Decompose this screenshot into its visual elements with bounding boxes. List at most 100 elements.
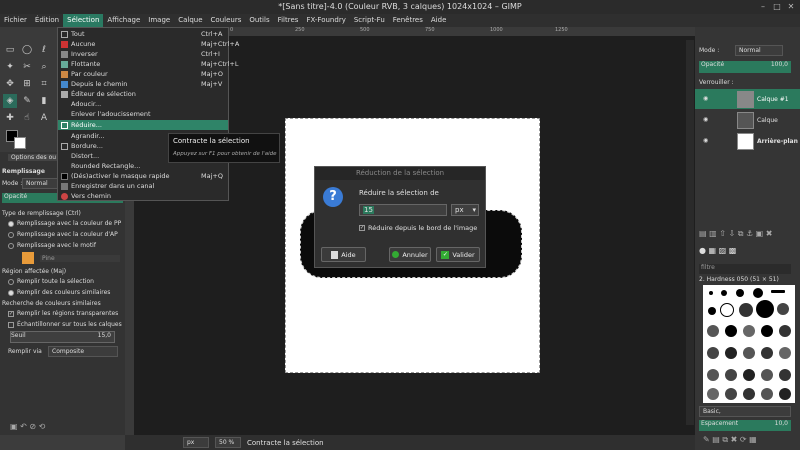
brush-thumb[interactable] — [725, 325, 737, 337]
brush-thumb[interactable] — [743, 369, 755, 381]
menu-item-depuis-chemin[interactable]: Depuis le chemin Maj+V — [58, 79, 228, 89]
text-icon[interactable]: A — [37, 111, 51, 125]
pattern-name[interactable]: Pine — [40, 255, 120, 262]
fill-fg-radio[interactable]: Remplissage avec la couleur de PP — [8, 220, 121, 227]
shrink-value-input[interactable]: 15 — [359, 204, 447, 216]
brush-thumb[interactable] — [761, 388, 773, 400]
brush-thumb[interactable] — [777, 303, 789, 315]
brush-thumb[interactable] — [707, 369, 719, 381]
menu-affichage[interactable]: Affichage — [103, 14, 144, 27]
fill-bg-radio[interactable]: Remplissage avec la couleur d'AP — [8, 231, 118, 238]
shrink-from-border-checkbox[interactable]: ✓ Réduire depuis le bord de l'image — [359, 224, 477, 232]
brush-thumb[interactable] — [707, 388, 719, 400]
tool-options-tab[interactable]: Options des ou — [8, 154, 60, 161]
menu-item-aucune[interactable]: Aucune Maj+Ctrl+A — [58, 39, 239, 49]
brush-thumb[interactable] — [725, 347, 737, 359]
eye-icon[interactable]: ◉ — [703, 95, 708, 102]
menu-aide[interactable]: Aide — [427, 14, 450, 27]
background-color-swatch[interactable] — [14, 137, 26, 149]
save-options-icon[interactable]: ▣ ↶ ⊘ ⟲ — [10, 422, 45, 431]
layer-mode-select[interactable]: Normal — [735, 45, 783, 56]
brush-thumb[interactable] — [756, 300, 774, 318]
paintbrush-icon[interactable]: ✎ — [20, 94, 34, 108]
menu-item-enregistrer-canal[interactable]: Enregistrer dans un canal — [58, 181, 228, 191]
layer-row[interactable]: ◉ Arrière-plan — [695, 131, 800, 151]
menu-script-fu[interactable]: Script-Fu — [350, 14, 389, 27]
menu-item-tout[interactable]: Tout Ctrl+A — [58, 29, 228, 39]
brush-thumb[interactable] — [721, 290, 727, 296]
brush-filter-input[interactable]: filtre — [699, 264, 791, 274]
crop-icon[interactable]: ⌗ — [37, 77, 51, 91]
brush-thumb[interactable] — [725, 388, 737, 400]
zoom-icon[interactable]: ⌕ — [37, 60, 51, 74]
brush-thumb[interactable] — [779, 347, 791, 359]
layer-opacity-slider[interactable]: Opacité 100,0 — [699, 61, 791, 73]
menu-couleurs[interactable]: Couleurs — [207, 14, 246, 27]
brush-thumb[interactable] — [739, 303, 753, 317]
menu-fx-foundry[interactable]: FX-Foundry — [302, 14, 349, 27]
brush-thumb[interactable] — [779, 388, 791, 400]
brush-thumb[interactable] — [743, 388, 755, 400]
brush-thumb[interactable] — [761, 325, 773, 337]
brush-thumb[interactable] — [779, 325, 791, 337]
brush-thumb[interactable] — [709, 291, 713, 295]
clone-icon[interactable]: ✚ — [3, 111, 17, 125]
fuzzy-select-icon[interactable]: ✦ — [3, 60, 17, 74]
menu-selection[interactable]: Sélection — [63, 14, 104, 27]
layer-row[interactable]: ◉ Calque #1 — [695, 89, 800, 109]
menu-filtres[interactable]: Filtres — [274, 14, 303, 27]
menu-item-inverser[interactable]: Inverser Ctrl+I — [58, 49, 228, 59]
brush-thumb[interactable] — [708, 307, 716, 315]
brush-thumb-selected[interactable] — [720, 303, 734, 317]
fill-transparent-checkbox[interactable]: ✓ Remplir les régions transparentes — [8, 310, 118, 317]
fill-by-select[interactable]: Composite — [48, 346, 118, 357]
brush-thumb[interactable] — [707, 325, 719, 337]
ellipse-select-icon[interactable]: ◯ — [20, 43, 34, 57]
minimize-icon[interactable]: – — [758, 2, 768, 12]
zoom-select[interactable]: 50 % — [215, 437, 241, 448]
menu-fenetres[interactable]: Fenêtres — [389, 14, 427, 27]
eye-icon[interactable]: ◉ — [703, 137, 708, 144]
menu-item-vers-chemin[interactable]: Vers chemin — [58, 191, 228, 201]
rect-select-icon[interactable]: ▭ — [3, 43, 17, 57]
sample-merged-checkbox[interactable]: Échantillonner sur tous les calques — [8, 321, 122, 328]
menu-item-flottante[interactable]: Flottante Maj+Ctrl+L — [58, 59, 238, 69]
brush-actions-icons[interactable]: ✎ ▤ ⧉ ✖ ⟳ ▦ — [703, 435, 757, 445]
menu-item-reduire[interactable]: Réduire... — [58, 120, 228, 130]
fill-similar-colors-radio[interactable]: Remplir des couleurs similaires — [8, 289, 110, 296]
spacing-slider[interactable]: Espacement 10,0 — [699, 420, 791, 431]
brush-thumb[interactable] — [761, 347, 773, 359]
brush-thumb[interactable] — [753, 288, 763, 298]
fill-pattern-radio[interactable]: Remplissage avec le motif — [8, 242, 96, 249]
menu-item-editeur[interactable]: Éditeur de sélection — [58, 89, 228, 99]
free-select-icon[interactable]: ℓ — [37, 43, 51, 57]
eye-icon[interactable]: ◉ — [703, 116, 708, 123]
brush-thumb[interactable] — [725, 369, 737, 381]
brush-thumb[interactable] — [736, 289, 744, 297]
maximize-icon[interactable]: □ — [772, 2, 782, 12]
menu-item-par-couleur[interactable]: Par couleur Maj+O — [58, 69, 228, 79]
unit-select[interactable]: px — [183, 437, 209, 448]
layer-actions-icons[interactable]: ▤ ▥ ⇧ ⇩ ⧉ ⚓ ▣ ✖ — [699, 229, 772, 239]
align-icon[interactable]: ⊞ — [20, 77, 34, 91]
vertical-scrollbar[interactable] — [686, 40, 694, 425]
unit-select[interactable]: px ▾ — [451, 204, 479, 216]
help-button[interactable]: Aide — [321, 247, 366, 262]
brush-thumb[interactable] — [743, 325, 755, 337]
brushes-tab-icon[interactable]: ● ▦ ▨ ▩ — [699, 246, 736, 255]
brush-thumb[interactable] — [707, 347, 719, 359]
bucket-fill-icon[interactable]: ◈ — [3, 94, 17, 108]
brush-preset-select[interactable]: Basic, — [699, 406, 791, 417]
eraser-icon[interactable]: ▮ — [37, 94, 51, 108]
menu-image[interactable]: Image — [144, 14, 174, 27]
pattern-swatch[interactable] — [22, 252, 34, 264]
brush-grid[interactable] — [703, 285, 795, 403]
layer-row[interactable]: ◉ Calque — [695, 110, 800, 130]
scissors-icon[interactable]: ✂ — [20, 60, 34, 74]
menu-edition[interactable]: Édition — [31, 14, 63, 27]
menu-fichier[interactable]: Fichier — [0, 14, 31, 27]
cancel-button[interactable]: Annuler — [389, 247, 431, 262]
fill-whole-selection-radio[interactable]: Remplir toute la sélection — [8, 278, 94, 285]
brush-thumb[interactable] — [761, 369, 773, 381]
brush-thumb[interactable] — [743, 347, 755, 359]
